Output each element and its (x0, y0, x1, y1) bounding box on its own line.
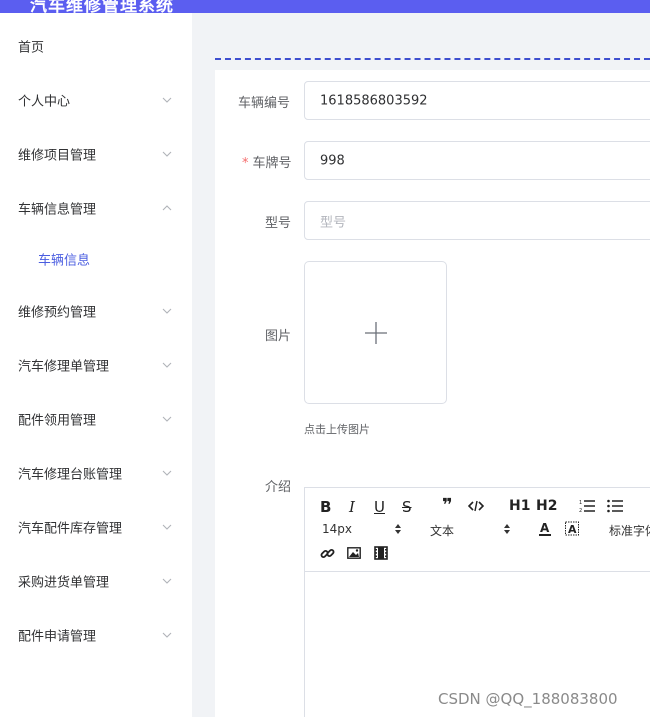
underline-button[interactable]: U (374, 498, 385, 516)
sidebar-item-label: 汽车配件库存管理 (18, 521, 123, 537)
vehicle-no-input[interactable]: 1618586803592 (304, 81, 650, 120)
bullet-list-icon[interactable] (607, 499, 623, 513)
sidebar-item-label: 维修项目管理 (18, 148, 97, 164)
sidebar-item-label: 车辆信息管理 (18, 202, 97, 218)
link-icon[interactable] (320, 546, 335, 561)
sidebar-item-label: 配件申请管理 (18, 629, 97, 645)
intro-label: 介绍 (265, 480, 292, 495)
video-icon[interactable] (374, 546, 388, 560)
chevron-down-icon (162, 416, 172, 422)
vehicle-no-label: 车辆编号 (238, 96, 291, 111)
sidebar-item-repair-ledger[interactable]: 汽车修理台账管理 (0, 453, 192, 493)
ordered-list-icon[interactable]: 12 (579, 499, 595, 513)
chevron-down-icon (162, 632, 172, 638)
svg-text:1: 1 (579, 500, 582, 506)
font-size-select[interactable]: 14px (322, 522, 352, 536)
sidebar-item-label: 汽车修理单管理 (18, 359, 110, 375)
heading1-button[interactable]: H1 (509, 498, 530, 514)
app-title: 汽车维修管理系统 (30, 0, 174, 13)
model-placeholder: 型号 (320, 215, 347, 230)
chevron-down-icon (162, 470, 172, 476)
rich-text-editor[interactable]: B I U S ❞ H1 H2 12 14px 文本 A A 标准字体 (304, 487, 650, 717)
plate-value: 998 (320, 153, 345, 168)
image-icon[interactable] (347, 547, 361, 559)
italic-button[interactable]: I (349, 498, 355, 516)
model-label: 型号 (265, 216, 292, 231)
sidebar-item-label: 首页 (18, 40, 45, 56)
dashed-divider (215, 58, 650, 60)
sidebar-item-repair-order[interactable]: 汽车修理单管理 (0, 345, 192, 385)
chevron-up-icon (162, 205, 172, 211)
svg-text:2: 2 (579, 508, 582, 513)
font-color-icon[interactable]: A (538, 521, 552, 537)
svg-text:A: A (540, 521, 550, 535)
plate-label: * 车牌号 (242, 152, 292, 171)
image-label: 图片 (265, 329, 292, 344)
sidebar-item-label: 采购进货单管理 (18, 575, 110, 591)
bold-button[interactable]: B (320, 498, 331, 516)
chevron-down-icon (162, 578, 172, 584)
sidebar-item-personal-center[interactable]: 个人中心 (0, 80, 192, 120)
plate-label-text: 车牌号 (252, 156, 292, 171)
sidebar-item-label: 维修预约管理 (18, 305, 97, 321)
sidebar-item-home[interactable]: 首页 (0, 26, 192, 66)
required-mark: * (242, 156, 249, 171)
chevron-down-icon (162, 524, 172, 530)
sidebar-subitem-vehicle-info[interactable]: 车辆信息 (0, 239, 192, 279)
heading2-button[interactable]: H2 (536, 498, 557, 514)
block-format-select[interactable]: 文本 (430, 522, 454, 539)
sidebar-item-label: 个人中心 (18, 94, 71, 110)
chevron-down-icon (162, 97, 172, 103)
quote-icon[interactable]: ❞ (442, 497, 453, 515)
sidebar-item-label: 车辆信息 (38, 253, 91, 269)
plus-icon (365, 322, 387, 344)
sidebar-item-repair-project[interactable]: 维修项目管理 (0, 134, 192, 174)
sidebar-item-parts-requisition[interactable]: 配件领用管理 (0, 399, 192, 439)
watermark-text: CSDN @QQ_188083800 (438, 690, 618, 708)
font-family-select[interactable]: 标准字体 (609, 522, 650, 539)
image-upload-box[interactable] (304, 261, 447, 404)
sidebar-item-repair-appointment[interactable]: 维修预约管理 (0, 291, 192, 331)
chevron-down-icon (162, 362, 172, 368)
vehicle-no-value: 1618586803592 (320, 93, 428, 108)
chevron-down-icon (162, 308, 172, 314)
editor-toolbar: B I U S ❞ H1 H2 12 14px 文本 A A 标准字体 (305, 488, 650, 572)
background-color-icon[interactable]: A (565, 521, 579, 537)
strikethrough-button[interactable]: S (402, 498, 412, 516)
chevron-down-icon (162, 151, 172, 157)
font-size-caret-icon (394, 523, 402, 535)
block-format-caret-icon (503, 523, 511, 535)
svg-text:A: A (568, 523, 577, 536)
plate-input[interactable]: 998 (304, 141, 650, 180)
sidebar-item-vehicle-info-mgmt[interactable]: 车辆信息管理 (0, 188, 192, 228)
sidebar-item-label: 配件领用管理 (18, 413, 97, 429)
sidebar-menu: 首页 个人中心 维修项目管理 车辆信息管理 车辆信息 维修预约管理 汽车修理单管… (0, 13, 192, 717)
sidebar-item-parts-application[interactable]: 配件申请管理 (0, 615, 192, 655)
sidebar-item-purchase-order[interactable]: 采购进货单管理 (0, 561, 192, 601)
model-input[interactable]: 型号 (304, 201, 650, 240)
top-header-bar: 汽车维修管理系统 (0, 0, 650, 13)
sidebar-item-parts-inventory[interactable]: 汽车配件库存管理 (0, 507, 192, 547)
sidebar-item-label: 汽车修理台账管理 (18, 467, 123, 483)
upload-tip: 点击上传图片 (304, 423, 370, 436)
code-icon[interactable] (468, 500, 484, 512)
